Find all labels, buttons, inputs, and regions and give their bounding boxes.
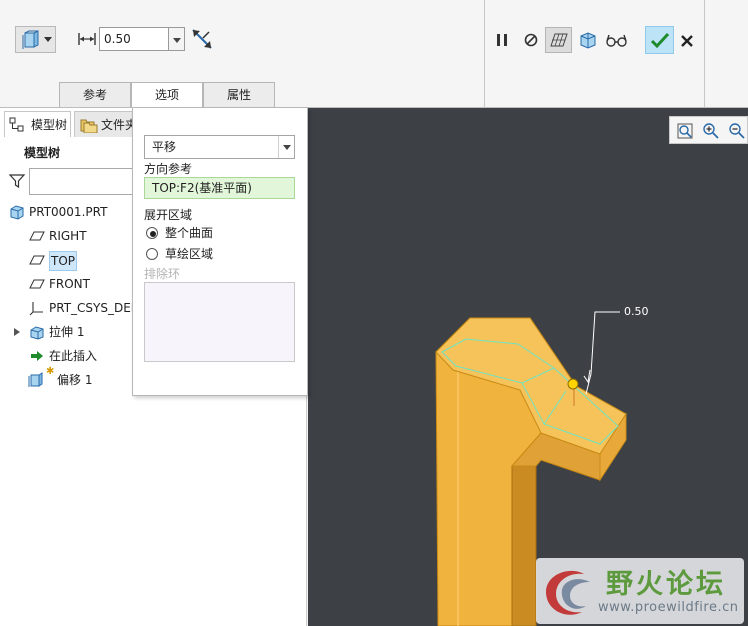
distance-dropdown-button[interactable] xyxy=(169,27,185,51)
tab-model-tree-label: 模型树 xyxy=(31,118,68,132)
offset-mode-select[interactable]: 平移 xyxy=(144,135,295,159)
dimension-label[interactable]: 0.50 xyxy=(624,305,649,318)
model-tree-icon xyxy=(9,117,24,132)
checkmark-icon xyxy=(650,32,670,49)
offset-feature-icon xyxy=(28,372,43,387)
refit-icon[interactable] xyxy=(676,122,694,140)
tab-references[interactable]: 参考 xyxy=(59,82,131,108)
no-preview-icon[interactable] xyxy=(521,30,541,50)
offset-distance-input[interactable]: 0.50 xyxy=(99,27,169,51)
new-feature-star-icon: ✱ xyxy=(46,366,55,377)
extrude-icon xyxy=(30,326,44,340)
expand-area-label: 展开区域 xyxy=(144,208,193,222)
radio-sketch-region-label: 草绘区域 xyxy=(165,247,214,261)
verify-glasses-icon[interactable] xyxy=(605,30,629,50)
tab-model-tree[interactable]: 模型树 xyxy=(4,111,71,137)
tab-options[interactable]: 选项 xyxy=(131,82,203,109)
pause-icon[interactable] xyxy=(492,30,512,50)
graphics-viewport[interactable] xyxy=(308,108,748,626)
model-tree-title: 模型树 xyxy=(24,146,61,160)
filter-icon[interactable] xyxy=(9,173,25,189)
geometry-preview-icon[interactable] xyxy=(578,30,598,50)
datum-plane-icon xyxy=(29,255,45,265)
datum-plane-icon xyxy=(29,279,45,289)
dashboard-separator-right xyxy=(704,0,705,108)
offset-mode-dropdown-arrow[interactable] xyxy=(278,136,294,158)
folder-icon xyxy=(80,119,98,133)
offset-type-button[interactable] xyxy=(15,26,56,53)
model-3d-view xyxy=(435,311,627,626)
watermark-logo xyxy=(546,570,590,615)
expand-arrow-icon[interactable] xyxy=(12,327,22,337)
model-tree-search-input[interactable] xyxy=(29,168,139,195)
mesh-preview-icon xyxy=(550,33,568,47)
zoom-in-icon[interactable] xyxy=(702,122,720,140)
ok-button[interactable] xyxy=(645,26,674,54)
exclude-loops-collector[interactable] xyxy=(144,282,295,362)
part-icon xyxy=(10,205,24,220)
datum-plane-icon xyxy=(29,231,45,241)
dashboard-separator xyxy=(484,0,485,108)
radio-whole-surface-label: 整个曲面 xyxy=(165,226,214,240)
cancel-close-icon[interactable] xyxy=(678,30,696,50)
chevron-down-icon xyxy=(44,37,52,42)
exclude-loops-label: 排除环 xyxy=(144,267,181,281)
radio-sketch-region[interactable] xyxy=(146,248,158,260)
flip-direction-icon[interactable] xyxy=(190,27,214,51)
distance-icon xyxy=(78,33,96,45)
direction-reference-label: 方向参考 xyxy=(144,162,193,176)
preview-toggle-button[interactable] xyxy=(545,27,572,53)
watermark-title: 野火论坛 xyxy=(606,569,726,600)
tab-folder-browser[interactable]: 文件夹浏览器 xyxy=(74,111,134,137)
coordinate-system-icon xyxy=(29,302,43,316)
insert-arrow-icon xyxy=(31,351,43,361)
direction-reference-collector[interactable]: TOP:F2(基准平面) xyxy=(144,177,295,199)
watermark-url: www.proewildfire.cn xyxy=(598,600,739,615)
tab-properties[interactable]: 属性 xyxy=(203,82,275,108)
offset-surface-icon xyxy=(22,30,39,49)
radio-whole-surface[interactable] xyxy=(146,227,158,239)
tab-folder-browser-label: 文件夹浏览器 xyxy=(101,118,134,132)
zoom-out-icon[interactable] xyxy=(728,122,746,140)
